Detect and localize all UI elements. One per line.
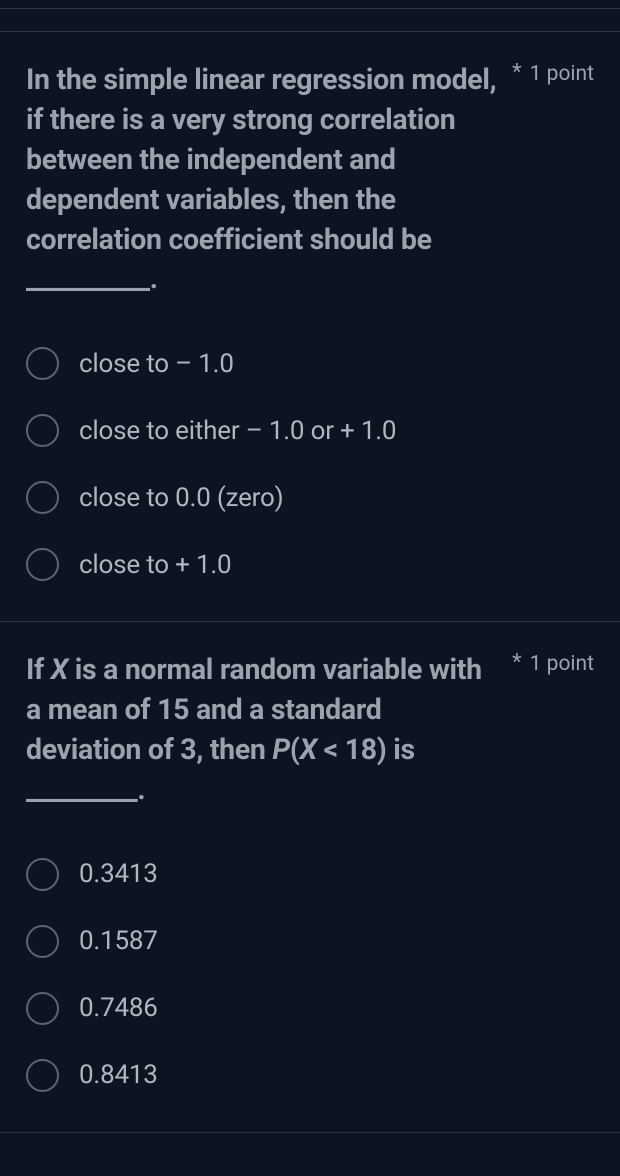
question-card-1: In the simple linear regression model, i… (0, 31, 620, 622)
radio-circle-icon (26, 414, 59, 447)
option-label: close to 0.0 (zero) (79, 483, 284, 513)
option-label: 0.3413 (79, 859, 158, 889)
question-header: If X is a normal random variable with a … (26, 650, 594, 810)
required-star-icon: * (512, 62, 521, 84)
options-list: 0.3413 0.1587 0.7486 0.8413 (26, 858, 594, 1092)
radio-option[interactable]: close to 0.0 (zero) (26, 481, 594, 514)
points-wrap: * 1 point (512, 62, 594, 86)
option-label: close to either – 1.0 or + 1.0 (79, 416, 396, 446)
question-text: In the simple linear regression model, i… (26, 60, 500, 299)
radio-circle-icon (26, 1059, 59, 1092)
radio-option[interactable]: close to – 1.0 (26, 347, 594, 380)
question-text: If X is a normal random variable with a … (26, 650, 500, 810)
radio-circle-icon (26, 858, 59, 891)
radio-circle-icon (26, 347, 59, 380)
required-star-icon: * (512, 652, 521, 674)
options-list: close to – 1.0 close to either – 1.0 or … (26, 347, 594, 581)
divider (0, 8, 620, 9)
points-label: 1 point (530, 652, 594, 676)
radio-option[interactable]: close to either – 1.0 or + 1.0 (26, 414, 594, 447)
radio-option[interactable]: 0.1587 (26, 925, 594, 958)
radio-option[interactable]: 0.3413 (26, 858, 594, 891)
option-label: 0.7486 (79, 993, 158, 1023)
question-card-2: If X is a normal random variable with a … (0, 622, 620, 1133)
points-label: 1 point (530, 62, 594, 86)
option-label: 0.1587 (79, 926, 158, 956)
option-label: close to + 1.0 (79, 550, 231, 580)
radio-option[interactable]: 0.7486 (26, 992, 594, 1025)
radio-option[interactable]: close to + 1.0 (26, 548, 594, 581)
option-label: 0.8413 (79, 1060, 158, 1090)
radio-circle-icon (26, 548, 59, 581)
option-label: close to – 1.0 (79, 349, 234, 379)
question-header: In the simple linear regression model, i… (26, 60, 594, 299)
radio-option[interactable]: 0.8413 (26, 1059, 594, 1092)
radio-circle-icon (26, 481, 59, 514)
radio-circle-icon (26, 925, 59, 958)
points-wrap: * 1 point (512, 652, 594, 676)
radio-circle-icon (26, 992, 59, 1025)
